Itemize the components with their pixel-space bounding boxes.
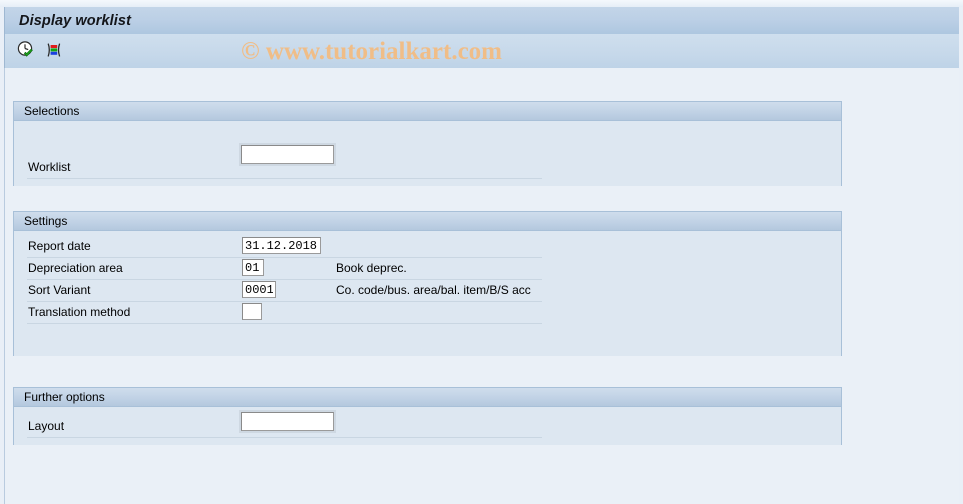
row-sort-variant: Sort Variant Co. code/bus. area/bal. ite… <box>14 280 841 302</box>
translation-method-input[interactable] <box>242 303 262 320</box>
worklist-input[interactable] <box>241 145 334 164</box>
row-worklist: Worklist <box>14 157 841 179</box>
row-separator <box>27 437 542 438</box>
selection-screen-content: Selections Worklist Settings Report date… <box>4 68 959 504</box>
row-separator <box>27 178 542 179</box>
execute-button[interactable] <box>14 39 38 63</box>
label-sort-variant: Sort Variant <box>28 283 91 297</box>
clock-check-icon <box>16 40 36 63</box>
panel-further-options: Further options Layout <box>13 387 842 445</box>
sort-variant-input[interactable] <box>242 281 276 298</box>
panel-settings: Settings Report date Depreciation area B… <box>13 211 842 356</box>
desc-depreciation-area: Book deprec. <box>336 261 407 275</box>
row-depreciation-area: Depreciation area Book deprec. <box>14 258 841 280</box>
panel-further-options-body: Layout <box>14 407 841 445</box>
label-translation-method: Translation method <box>28 305 131 319</box>
panel-selections-header: Selections <box>14 102 841 121</box>
panel-settings-body: Report date Depreciation area Book depre… <box>14 231 841 356</box>
panel-settings-header: Settings <box>14 212 841 231</box>
window-top-strip <box>0 0 963 7</box>
desc-sort-variant: Co. code/bus. area/bal. item/B/S acc <box>336 283 531 297</box>
page-title: Display worklist <box>19 12 131 29</box>
row-layout: Layout <box>14 416 841 438</box>
row-translation-method: Translation method <box>14 302 841 324</box>
panel-selections-body: Worklist <box>14 121 841 186</box>
panel-further-options-header: Further options <box>14 388 841 407</box>
title-bar: Display worklist <box>4 7 959 34</box>
row-report-date: Report date <box>14 236 841 258</box>
row-separator <box>27 323 542 324</box>
depreciation-area-input[interactable] <box>242 259 264 276</box>
color-bars-icon <box>44 40 64 63</box>
toolbar <box>4 34 959 68</box>
panel-selections: Selections Worklist <box>13 101 842 186</box>
label-worklist: Worklist <box>28 160 71 174</box>
panel-settings-title: Settings <box>24 214 68 228</box>
panel-selections-title: Selections <box>24 104 80 118</box>
panel-further-options-title: Further options <box>24 390 105 404</box>
report-date-input[interactable] <box>242 237 321 254</box>
layout-input[interactable] <box>241 412 334 431</box>
label-report-date: Report date <box>28 239 91 253</box>
label-layout: Layout <box>28 419 65 433</box>
get-variant-button[interactable] <box>42 39 66 63</box>
label-depreciation-area: Depreciation area <box>28 261 123 275</box>
